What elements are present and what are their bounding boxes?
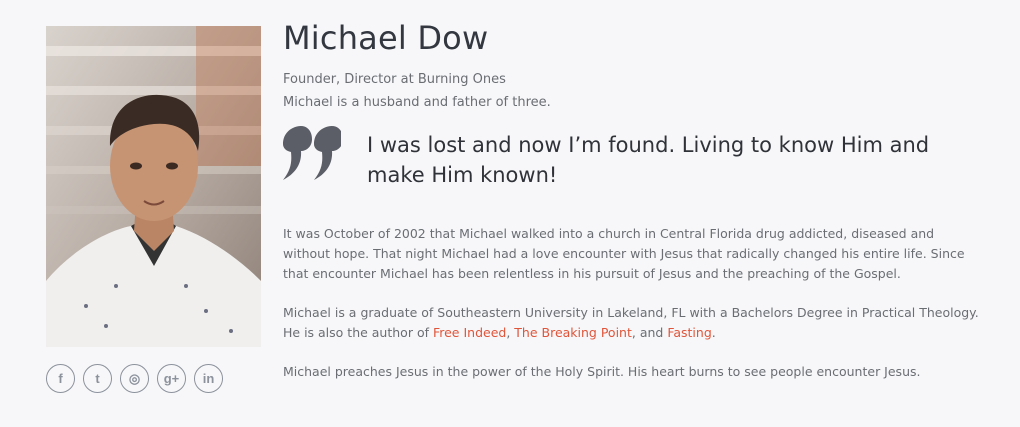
bio-paragraph-3: Michael preaches Jesus in the power of t…: [283, 364, 921, 379]
google-plus-icon[interactable]: g+: [157, 364, 186, 393]
bio-separator: , and: [631, 325, 668, 340]
book-link-fasting[interactable]: Fasting: [667, 325, 711, 340]
bio-text-span: .: [711, 325, 716, 340]
profile-role: Founder, Director at Burning Ones: [283, 72, 506, 87]
bio-paragraph-2: Michael is a graduate of Southeastern Un…: [283, 303, 983, 343]
facebook-icon[interactable]: f: [46, 364, 75, 393]
book-link-free-indeed[interactable]: Free Indeed: [433, 325, 506, 340]
twitter-icon[interactable]: t: [83, 364, 112, 393]
profile-name: Michael Dow: [283, 19, 489, 57]
quote-text: I was lost and now I’m found. Living to …: [367, 133, 930, 187]
profile-family: Michael is a husband and father of three…: [283, 95, 551, 110]
quote-icon: [283, 126, 341, 180]
profile-role-block: Founder, Director at Burning Ones Michae…: [283, 68, 983, 114]
social-links: f t ◎ g+ in: [46, 364, 223, 393]
profile-photo: [46, 26, 261, 347]
profile-content: Michael Dow Founder, Director at Burning…: [283, 18, 983, 401]
bio-paragraph-1: It was October of 2002 that Michael walk…: [283, 226, 965, 281]
linkedin-icon[interactable]: in: [194, 364, 223, 393]
book-link-breaking-point[interactable]: The Breaking Point: [514, 325, 632, 340]
bio-text: It was October of 2002 that Michael walk…: [283, 224, 983, 382]
pull-quote: I was lost and now I’m found. Living to …: [283, 126, 983, 204]
instagram-icon[interactable]: ◎: [120, 364, 149, 393]
